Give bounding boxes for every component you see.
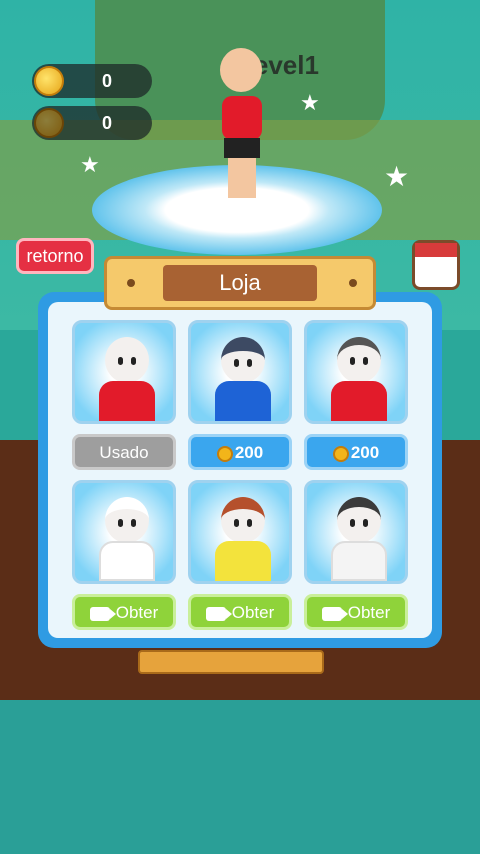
sparkle-icon: ★ — [300, 90, 320, 115]
back-button[interactable]: retorno — [16, 238, 94, 274]
shop-title-banner: Loja — [104, 256, 376, 310]
used-button[interactable]: Usado — [72, 434, 176, 470]
video-camera-icon — [205, 606, 232, 621]
gem-count: 0 — [102, 113, 113, 133]
skin-card-red-shirt[interactable] — [72, 320, 176, 424]
player-character — [214, 40, 270, 200]
coin-count: 0 — [102, 71, 113, 91]
coin-counter: 0 — [32, 64, 152, 98]
game-scene: 0 0 Level1 ★ ★ ★ retorno Loja Usado 200 … — [0, 0, 480, 854]
water — [0, 700, 480, 854]
gem-counter: 0 — [32, 106, 152, 140]
buy-button-headband[interactable]: 200 — [304, 434, 408, 470]
skin-card-white-cap[interactable] — [304, 480, 408, 584]
coin-icon — [216, 445, 233, 462]
video-camera-icon — [321, 606, 348, 621]
watch-ad-button-chef[interactable]: Obter — [72, 594, 176, 630]
shop-stand-base — [138, 650, 324, 674]
coin-icon-dim — [34, 108, 64, 138]
coin-icon — [332, 445, 349, 462]
video-camera-icon — [89, 606, 116, 621]
buy-button-blue-shirt[interactable]: 200 — [188, 434, 292, 470]
watch-ad-button-white-cap[interactable]: Obter — [304, 594, 408, 630]
calendar-icon[interactable] — [412, 240, 460, 290]
skin-card-chef[interactable] — [72, 480, 176, 584]
shop-title: Loja — [163, 265, 317, 301]
sparkle-icon: ★ — [384, 161, 410, 192]
watch-ad-button-yellow-tank[interactable]: Obter — [188, 594, 292, 630]
skin-card-red-shirt-headband[interactable] — [304, 320, 408, 424]
sparkle-icon: ★ — [80, 152, 100, 177]
skin-card-blue-shirt-helmet[interactable] — [188, 320, 292, 424]
skin-card-yellow-tank[interactable] — [188, 480, 292, 584]
coin-icon — [34, 66, 64, 96]
